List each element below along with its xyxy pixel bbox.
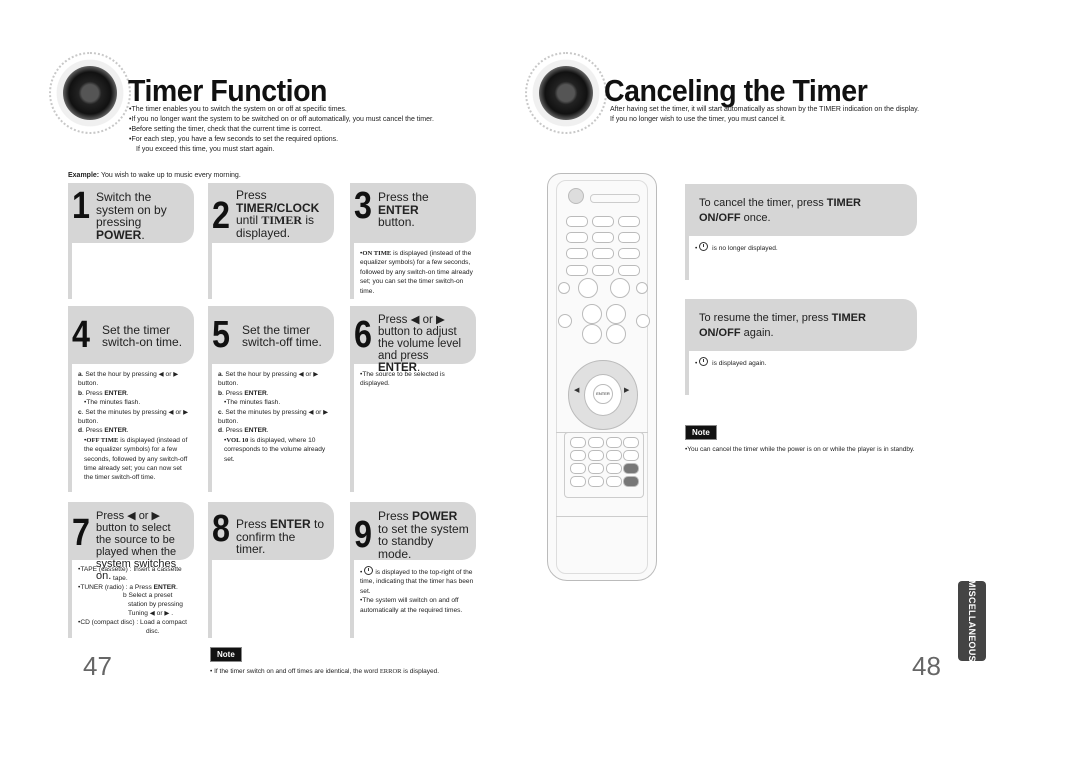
step-number: 3	[354, 185, 372, 227]
intro-continuation: If you exceed this time, you must start …	[136, 146, 275, 153]
step-1: 1 Switch the system on by pressing POWER…	[68, 183, 194, 299]
intro-list-left: The timer enables you to switch the syst…	[129, 105, 434, 155]
remote-control-illustration: ENTER ◀ ▶	[547, 173, 657, 581]
step-6: 6 Press ◀ or ▶ button to adjust the volu…	[350, 306, 476, 492]
step-title: Press ◀ or ▶ button to select the source…	[96, 510, 177, 582]
step-2: 2 Press TIMER/CLOCK until TIMER is displ…	[208, 183, 334, 299]
step-4: 4 Set the timer switch-on time. a. Set t…	[68, 306, 194, 492]
step-title: Set the timer switch-on time.	[102, 322, 183, 349]
power-button-icon	[568, 188, 584, 204]
step-5: 5 Set the timer switch-off time. a. Set …	[208, 306, 334, 492]
step-number: 4	[72, 314, 90, 356]
intro-item: The timer enables you to switch the syst…	[129, 105, 434, 115]
step-title: Press ◀ or ▶ button to adjust the volume…	[378, 314, 462, 374]
note-text: You can cancel the timer while the power…	[685, 445, 914, 454]
clock-icon	[699, 242, 709, 251]
note-left: Note If the timer switch on and off time…	[210, 644, 439, 676]
step-title: Set the timer switch-off time.	[242, 322, 322, 349]
step-body: is displayed to the top-right of the tim…	[350, 560, 476, 638]
step-9: 9 Press POWER to set the system to stand…	[350, 502, 476, 638]
step-number: 1	[72, 185, 90, 227]
example-line: Example: You wish to wake up to music ev…	[68, 172, 241, 179]
example-label: Example:	[68, 172, 100, 179]
step-number: 8	[212, 508, 230, 550]
cancel-timer-instruction: To cancel the timer, press TIMER ON/OFF …	[685, 184, 917, 236]
step-number: 5	[212, 314, 230, 356]
step-3: 3 Press the ENTER button. ON TIME is dis…	[350, 183, 476, 299]
intro-item: For each step, you have a few seconds to…	[129, 135, 434, 145]
step-title: Press TIMER/CLOCK until TIMER is display…	[236, 188, 320, 240]
step-body: a. Set the hour by pressing ◀ or ▶ butto…	[208, 364, 334, 492]
page-title-right: Canceling the Timer	[604, 73, 868, 108]
page-number-left: 47	[83, 651, 112, 681]
note-text: If the timer switch on and off times are…	[210, 667, 439, 676]
step-title: Switch the system on by pressing POWER.	[96, 190, 167, 242]
section-tab-miscellaneous[interactable]: MISCELLANEOUS	[958, 580, 986, 662]
page-number-right: 48	[912, 651, 941, 681]
note-badge: Note	[210, 647, 242, 662]
resume-timer-bullet: is displayed again.	[685, 351, 917, 395]
step-body: The source to be selected is displayed.	[350, 364, 476, 492]
step-8: 8 Press ENTER to confirm the timer.	[208, 502, 334, 638]
resume-timer-instruction: To resume the timer, press TIMER ON/OFF …	[685, 299, 917, 351]
example-text: You wish to wake up to music every morni…	[100, 172, 241, 179]
speaker-graphic	[521, 48, 611, 138]
clock-icon	[699, 357, 709, 366]
step-title: Press ENTER to confirm the timer.	[236, 517, 325, 556]
intro-item: If you no longer want the system to be s…	[129, 115, 433, 125]
step-number: 7	[72, 512, 90, 554]
cancel-timer-box: To cancel the timer, press TIMER ON/OFF …	[685, 184, 917, 280]
note-badge: Note	[685, 425, 717, 440]
note-right: Note You can cancel the timer while the …	[685, 422, 915, 454]
step-number: 9	[354, 514, 372, 556]
step-number: 6	[354, 314, 372, 356]
enter-button-icon: ENTER	[593, 384, 613, 404]
page-title-left: Timer Function	[128, 73, 328, 108]
clock-icon	[364, 566, 374, 575]
step-title: Press POWER to set the system to standby…	[378, 509, 469, 561]
step-body: a. Set the hour by pressing ◀ or ▶ butto…	[68, 364, 194, 492]
cancel-timer-bullet: is no longer displayed.	[685, 236, 917, 280]
step-number: 2	[212, 195, 230, 237]
step-title: Press the ENTER button.	[378, 190, 429, 229]
intro-right: After having set the timer, it will star…	[610, 106, 920, 123]
step-body: ON TIME is displayed (instead of the equ…	[350, 243, 476, 299]
speaker-graphic	[45, 48, 135, 138]
step-7: 7 Press ◀ or ▶ button to select the sour…	[68, 502, 194, 638]
intro-item: Before setting the timer, check that the…	[129, 125, 434, 135]
resume-timer-box: To resume the timer, press TIMER ON/OFF …	[685, 299, 917, 395]
section-tab-label: MISCELLANEOUS	[967, 580, 977, 662]
